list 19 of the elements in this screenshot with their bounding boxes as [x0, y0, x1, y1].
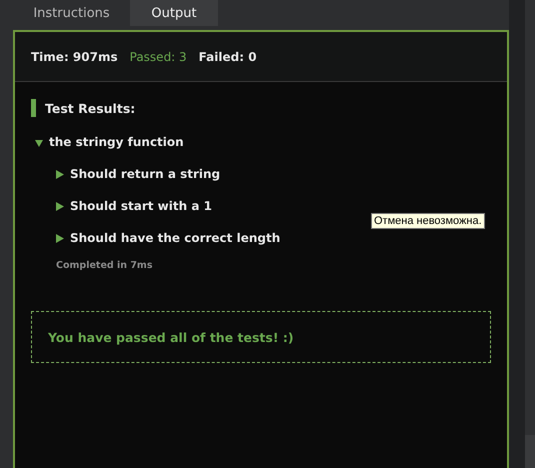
tooltip: Отмена невозможна.: [371, 213, 485, 229]
tab[interactable]: Instructions: [13, 0, 130, 26]
caret-right-icon[interactable]: [56, 234, 64, 242]
heading-bar: [31, 99, 36, 117]
tab[interactable]: Output: [130, 0, 218, 26]
suite-label[interactable]: the stringy function: [49, 135, 184, 149]
caret-down-icon[interactable]: [35, 138, 43, 146]
test-label[interactable]: Should return a string: [70, 167, 220, 181]
test-label[interactable]: Should have the correct length: [70, 231, 280, 245]
results-heading: Test Results:: [45, 100, 136, 116]
caret-right-icon[interactable]: [56, 202, 64, 210]
test-label[interactable]: Should start with a 1: [70, 199, 212, 213]
caret-right-icon[interactable]: [56, 170, 64, 178]
failed-stat: Failed: 0: [198, 50, 257, 64]
time-stat: Time: 907ms: [31, 50, 118, 64]
success-message: You have passed all of the tests! :): [48, 330, 294, 344]
completed-time: Completed in 7ms: [56, 260, 154, 271]
side-panel-edge: [525, 435, 535, 468]
passed-stat: Passed: 3: [130, 50, 187, 64]
